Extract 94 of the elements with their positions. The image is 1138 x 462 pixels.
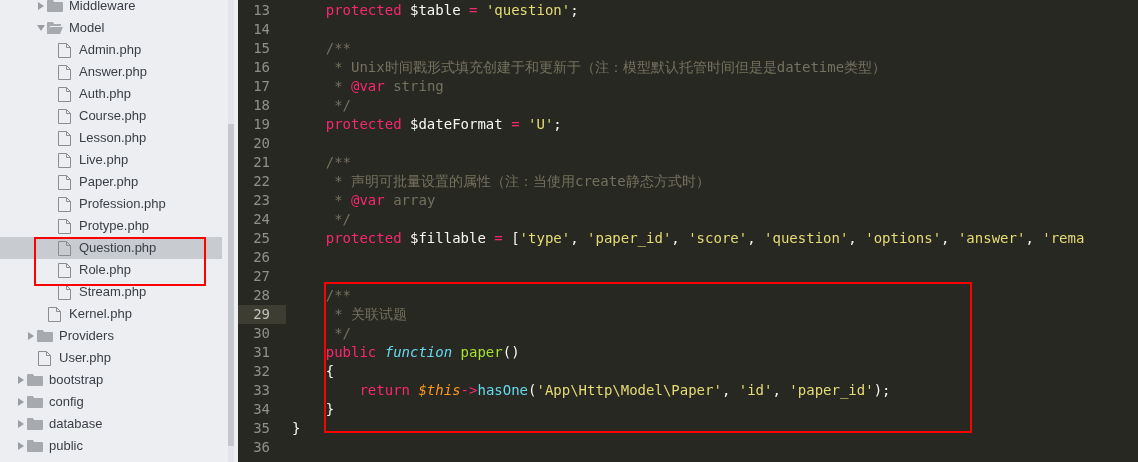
line-number: 15: [253, 39, 271, 58]
file-icon: [58, 174, 71, 190]
code-line: protected $dateFormat = 'U';: [324, 115, 562, 134]
tree-item[interactable]: Protype.php: [0, 215, 222, 237]
line-number: 28: [253, 286, 271, 305]
file-icon: [58, 130, 71, 146]
code-line: /**: [324, 286, 351, 305]
tree-item[interactable]: Providers: [0, 325, 222, 347]
code-line: protected $fillable = ['type', 'paper_id', 'score', 'question', 'options', 'answer', 'rema: [324, 229, 1085, 249]
line-number: 31: [253, 343, 271, 362]
tree-item[interactable]: Kernel.php: [0, 303, 222, 325]
file-icon: [38, 350, 51, 366]
code-line: */: [333, 96, 351, 115]
file-icon: [48, 306, 61, 322]
tree-item[interactable]: Answer.php: [0, 61, 222, 83]
line-number: 36: [253, 438, 271, 457]
tree-item[interactable]: Profession.php: [0, 193, 222, 215]
line-number: 30: [253, 324, 271, 343]
tree-item[interactable]: database: [0, 413, 222, 435]
line-number: 19: [253, 115, 271, 134]
code-line: return $this->hasOne('App\Http\Model\Paper', 'id', 'paper_id');: [358, 381, 891, 401]
code-line: * @var array: [333, 191, 436, 210]
line-number: 35: [253, 419, 271, 438]
code-line: public function paper(): [324, 343, 520, 362]
file-icon: [58, 108, 71, 124]
scrollbar-thumb[interactable]: [228, 124, 234, 446]
code-line: /**: [324, 153, 351, 172]
line-number: 34: [253, 400, 271, 419]
line-number: 27: [253, 267, 271, 286]
tree-item[interactable]: Middleware: [0, 0, 222, 17]
file-icon: [58, 240, 71, 256]
file-icon: [58, 218, 71, 234]
code-line: protected $table = 'question';: [324, 1, 579, 20]
folder-icon: [27, 373, 43, 387]
open-folder-icon: [47, 21, 63, 35]
folder-icon: [37, 329, 53, 343]
tree-item[interactable]: Course.php: [0, 105, 222, 127]
file-icon: [58, 152, 71, 168]
code-line: * Unix时间戳形式填充创建于和更新于（注：模型默认托管时间但是是datetime类型）: [333, 58, 887, 77]
tree-item[interactable]: Paper.php: [0, 171, 222, 193]
folder-icon: [27, 395, 43, 409]
tree-item[interactable]: Lesson.php: [0, 127, 222, 149]
line-number: 13: [253, 1, 271, 20]
line-number: 23: [253, 191, 271, 210]
code-line: */: [333, 210, 351, 229]
caret-icon: [17, 442, 25, 450]
tree-item[interactable]: Auth.php: [0, 83, 222, 105]
caret-icon: [27, 332, 35, 340]
file-icon: [58, 284, 71, 300]
folder-icon: [27, 417, 43, 431]
tree-item[interactable]: Model: [0, 17, 222, 39]
code-line: }: [324, 400, 335, 419]
folder-icon: [47, 0, 63, 13]
caret-icon: [37, 24, 45, 32]
tree-item[interactable]: public: [0, 435, 222, 457]
code-line: /**: [324, 39, 351, 58]
line-number: 33: [253, 381, 271, 400]
file-icon: [58, 262, 71, 278]
line-number: 25: [253, 229, 271, 248]
code-line: {: [324, 362, 335, 381]
code-line: }: [292, 419, 301, 438]
tree-item[interactable]: Admin.php: [0, 39, 222, 61]
code-line: * @var string: [333, 77, 444, 96]
line-number: 20: [253, 134, 271, 153]
tree-item[interactable]: Stream.php: [0, 281, 222, 303]
caret-icon: [17, 398, 25, 406]
file-icon: [58, 196, 71, 212]
file-icon: [58, 42, 71, 58]
line-number: 32: [253, 362, 271, 381]
line-number: 18: [253, 96, 271, 115]
tree-item[interactable]: config: [0, 391, 222, 413]
line-number: 24: [253, 210, 271, 229]
scrollbar[interactable]: [228, 0, 234, 462]
line-number: 26: [253, 248, 271, 267]
line-number: 14: [253, 20, 271, 39]
line-number: 29: [253, 305, 271, 324]
line-number: 21: [253, 153, 271, 172]
tree-item[interactable]: Role.php: [0, 259, 222, 281]
file-icon: [58, 86, 71, 102]
caret-icon: [37, 2, 45, 10]
line-number: 16: [253, 58, 271, 77]
code-line: * 关联试题: [333, 305, 407, 324]
tree-item[interactable]: Question.php: [0, 237, 222, 259]
caret-icon: [17, 420, 25, 428]
tree-item[interactable]: bootstrap: [0, 369, 222, 391]
caret-icon: [17, 376, 25, 384]
code-line: * 声明可批量设置的属性（注：当使用create静态方式时）: [333, 172, 710, 191]
code-line: */: [333, 324, 351, 343]
line-number: 17: [253, 77, 271, 96]
folder-icon: [27, 439, 43, 453]
tree-item[interactable]: Live.php: [0, 149, 222, 171]
file-icon: [58, 64, 71, 80]
tree-item[interactable]: User.php: [0, 347, 222, 369]
line-number: 22: [253, 172, 271, 191]
